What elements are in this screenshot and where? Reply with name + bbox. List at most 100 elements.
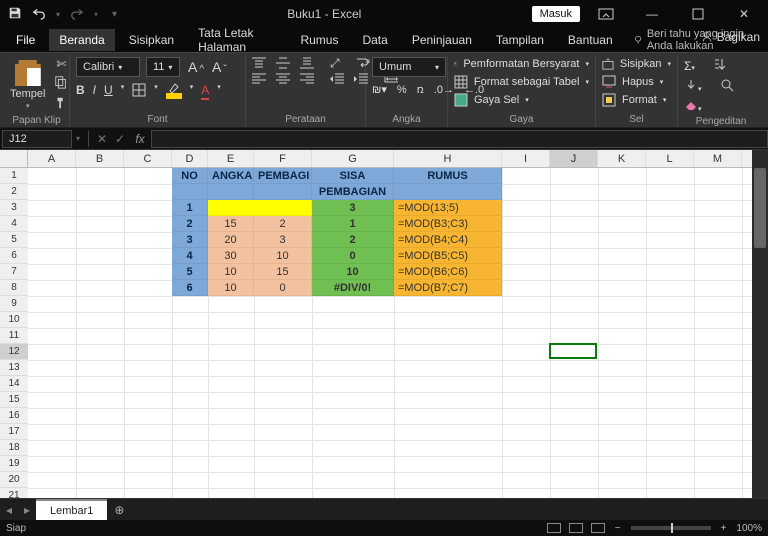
cell-F6[interactable]: 10 [254, 248, 312, 264]
cell-H5[interactable]: =MOD(B4;C4) [394, 232, 502, 248]
font-color-button[interactable]: A [201, 83, 209, 100]
row-header-1[interactable]: 1 [0, 168, 28, 184]
row-header-14[interactable]: 14 [0, 376, 28, 392]
row-header-18[interactable]: 18 [0, 440, 28, 456]
cell-D6[interactable]: 4 [172, 248, 208, 264]
worksheet[interactable]: ABCDEFGHIJKLM 12345678910111213141516171… [0, 150, 768, 512]
row-header-9[interactable]: 9 [0, 296, 28, 312]
cell-E4[interactable]: 15 [208, 216, 254, 232]
format-painter-icon[interactable] [53, 96, 69, 113]
bold-button[interactable]: B [76, 83, 85, 100]
align-center-icon[interactable] [276, 73, 290, 85]
row-header-13[interactable]: 13 [0, 360, 28, 376]
cell-F4[interactable]: 2 [254, 216, 312, 232]
undo-dropdown[interactable]: ▾ [56, 10, 60, 19]
cell-H2[interactable] [394, 184, 502, 200]
tab-insert[interactable]: Sisipkan [119, 29, 184, 51]
cell-F5[interactable]: 3 [254, 232, 312, 248]
column-header-L[interactable]: L [646, 150, 694, 167]
name-box-dropdown[interactable]: ▾ [72, 134, 84, 143]
sheet-nav-prev-icon[interactable]: ◂ [0, 499, 18, 520]
zoom-percent[interactable]: 100% [736, 523, 762, 534]
zoom-out-button[interactable]: − [615, 523, 621, 534]
cell-H1[interactable]: RUMUS [394, 168, 502, 184]
row-header-4[interactable]: 4 [0, 216, 28, 232]
page-layout-view-icon[interactable] [569, 523, 583, 533]
cell-D3[interactable]: 1 [172, 200, 208, 216]
font-name-select[interactable]: Calibri▾ [76, 57, 140, 77]
border-button[interactable] [132, 83, 146, 100]
sheet-tab-active[interactable]: Lembar1 [36, 499, 107, 520]
paste-button[interactable]: Tempel ▾ [10, 60, 45, 110]
formula-bar[interactable] [151, 130, 768, 148]
row-header-20[interactable]: 20 [0, 472, 28, 488]
cell-G6[interactable]: 0 [312, 248, 394, 264]
zoom-in-button[interactable]: + [721, 523, 727, 534]
cell-D4[interactable]: 2 [172, 216, 208, 232]
row-header-6[interactable]: 6 [0, 248, 28, 264]
cell-D7[interactable]: 5 [172, 264, 208, 280]
normal-view-icon[interactable] [547, 523, 561, 533]
select-all-triangle[interactable] [0, 150, 28, 167]
cell-E2[interactable] [208, 184, 254, 200]
column-header-K[interactable]: K [598, 150, 646, 167]
cell-D5[interactable]: 3 [172, 232, 208, 248]
cell-G5[interactable]: 2 [312, 232, 394, 248]
font-size-select[interactable]: 11▾ [146, 57, 180, 77]
column-header-F[interactable]: F [254, 150, 312, 167]
cell-G2[interactable]: PEMBAGIAN [312, 184, 394, 200]
cell-D2[interactable] [172, 184, 208, 200]
cell-E6[interactable]: 30 [208, 248, 254, 264]
share-button[interactable]: Bagikan [701, 30, 760, 44]
column-header-H[interactable]: H [394, 150, 502, 167]
tab-file[interactable]: File [6, 29, 45, 51]
column-header-E[interactable]: E [208, 150, 254, 167]
close-button[interactable]: ✕ [724, 0, 764, 28]
insert-cells-button[interactable]: Sisipkan▾ [602, 57, 671, 71]
number-format-select[interactable]: Umum▾ [372, 57, 446, 77]
column-header-I[interactable]: I [502, 150, 550, 167]
row-header-10[interactable]: 10 [0, 312, 28, 328]
name-box[interactable]: J12 [2, 130, 72, 148]
formula-confirm-icon[interactable]: ✓ [111, 132, 129, 146]
increase-font-icon[interactable]: A^ [188, 59, 204, 75]
orientation-icon[interactable]: ⤢ [330, 57, 340, 69]
maximize-button[interactable] [678, 0, 718, 28]
fill-color-button[interactable] [166, 83, 182, 100]
conditional-formatting-button[interactable]: Pemformatan Bersyarat▾ [454, 57, 589, 71]
column-header-M[interactable]: M [694, 150, 742, 167]
row-header-5[interactable]: 5 [0, 232, 28, 248]
align-left-icon[interactable] [252, 73, 266, 85]
column-header-J[interactable]: J [550, 150, 598, 167]
row-header-12[interactable]: 12 [0, 344, 28, 360]
cell-G8[interactable]: #DIV/0! [312, 280, 394, 296]
copy-icon[interactable] [53, 75, 69, 92]
cell-E3[interactable] [208, 200, 312, 216]
percent-format-icon[interactable]: % [397, 84, 407, 96]
align-middle-icon[interactable] [276, 57, 290, 69]
row-header-8[interactable]: 8 [0, 280, 28, 296]
fill-icon[interactable]: ▾ [684, 79, 702, 94]
underline-button[interactable]: U [104, 83, 113, 100]
cell-grid[interactable]: NOANGKAPEMBAGISISAPEMBAGIANRUMUS13=MOD(1… [28, 168, 768, 512]
column-header-B[interactable]: B [76, 150, 124, 167]
delete-cells-button[interactable]: Hapus▾ [602, 75, 671, 89]
cell-G3[interactable]: 3 [312, 200, 394, 216]
column-header-C[interactable]: C [124, 150, 172, 167]
row-header-11[interactable]: 11 [0, 328, 28, 344]
cell-F7[interactable]: 15 [254, 264, 312, 280]
zoom-slider[interactable] [631, 526, 711, 530]
tab-layout[interactable]: Tata Letak Halaman [188, 22, 286, 58]
accounting-format-icon[interactable]: ₪▾ [372, 83, 387, 96]
row-header-15[interactable]: 15 [0, 392, 28, 408]
cell-H6[interactable]: =MOD(B5;C5) [394, 248, 502, 264]
page-break-view-icon[interactable] [591, 523, 605, 533]
cell-E7[interactable]: 10 [208, 264, 254, 280]
column-header-G[interactable]: G [312, 150, 394, 167]
find-select-icon[interactable] [720, 78, 734, 95]
indent-decrease-icon[interactable] [330, 73, 344, 85]
align-top-icon[interactable] [252, 57, 266, 69]
cut-icon[interactable]: ✄ [56, 57, 66, 71]
cell-G4[interactable]: 1 [312, 216, 394, 232]
add-sheet-button[interactable]: ⊕ [107, 499, 131, 520]
